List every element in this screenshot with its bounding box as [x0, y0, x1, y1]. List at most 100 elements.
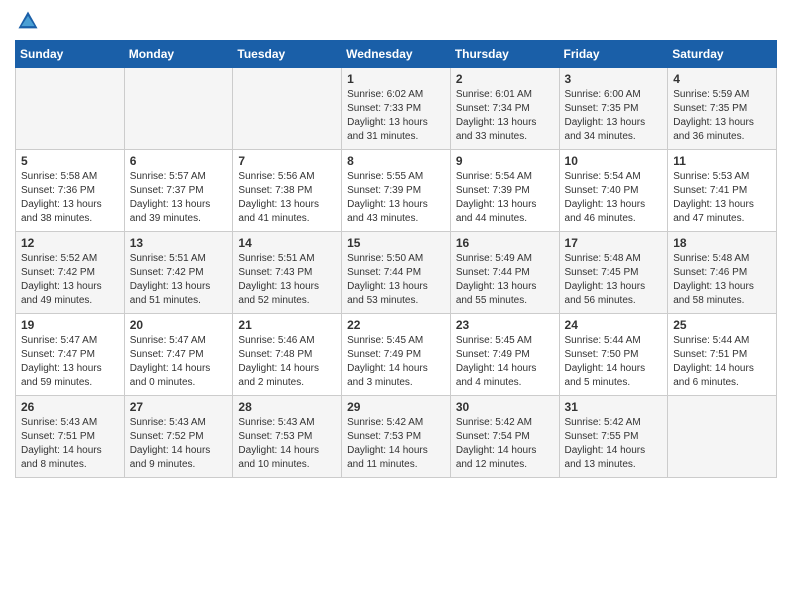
day-number: 21 [238, 318, 337, 332]
day-number: 17 [565, 236, 664, 250]
day-info: Sunrise: 5:56 AM Sunset: 7:38 PM Dayligh… [238, 170, 337, 226]
day-header-monday: Monday [124, 41, 233, 68]
day-number: 19 [21, 318, 120, 332]
day-number: 27 [130, 400, 229, 414]
day-number: 1 [347, 72, 446, 86]
logo [15, 10, 39, 32]
empty-cell [124, 68, 233, 150]
day-number: 7 [238, 154, 337, 168]
week-row-3: 19 Sunrise: 5:47 AM Sunset: 7:47 PM Dayli… [16, 314, 777, 396]
day-info: Sunrise: 5:47 AM Sunset: 7:47 PM Dayligh… [130, 334, 229, 390]
day-header-tuesday: Tuesday [233, 41, 342, 68]
day-info: Sunrise: 6:01 AM Sunset: 7:34 PM Dayligh… [456, 88, 555, 144]
day-info: Sunrise: 5:57 AM Sunset: 7:37 PM Dayligh… [130, 170, 229, 226]
day-info: Sunrise: 5:51 AM Sunset: 7:43 PM Dayligh… [238, 252, 337, 308]
week-row-0: 1 Sunrise: 6:02 AM Sunset: 7:33 PM Daylig… [16, 68, 777, 150]
day-info: Sunrise: 5:42 AM Sunset: 7:55 PM Dayligh… [565, 416, 664, 472]
day-cell-3: 3Sunrise: 6:00 AM Sunset: 7:35 PM Daylig… [559, 68, 668, 150]
day-info: Sunrise: 5:44 AM Sunset: 7:51 PM Dayligh… [673, 334, 772, 390]
day-info: Sunrise: 5:42 AM Sunset: 7:53 PM Dayligh… [347, 416, 446, 472]
day-info: Sunrise: 5:48 AM Sunset: 7:46 PM Dayligh… [673, 252, 772, 308]
calendar-body: 1 Sunrise: 6:02 AM Sunset: 7:33 PM Daylig… [16, 68, 777, 478]
day-cell-8: 8 Sunrise: 5:55 AM Sunset: 7:39 PM Daylig… [342, 150, 451, 232]
calendar-table: SundayMondayTuesdayWednesdayThursdayFrid… [15, 40, 777, 478]
day-cell-19: 19Sunrise: 5:47 AM Sunset: 7:47 PM Dayli… [16, 314, 125, 396]
day-number: 12 [21, 236, 120, 250]
day-cell-26: 26Sunrise: 5:43 AM Sunset: 7:51 PM Dayli… [16, 396, 125, 478]
day-number: 16 [456, 236, 555, 250]
empty-cell [16, 68, 125, 150]
day-cell-15: 15 Sunrise: 5:50 AM Sunset: 7:44 PM Dayli… [342, 232, 451, 314]
page-header [15, 10, 777, 32]
day-cell-20: 20 Sunrise: 5:47 AM Sunset: 7:47 PM Dayli… [124, 314, 233, 396]
day-info: Sunrise: 5:43 AM Sunset: 7:51 PM Dayligh… [21, 416, 120, 472]
day-number: 29 [347, 400, 446, 414]
day-number: 15 [347, 236, 446, 250]
day-cell-31: 31 Sunrise: 5:42 AM Sunset: 7:55 PM Dayli… [559, 396, 668, 478]
week-row-1: 5 Sunrise: 5:58 AM Sunset: 7:36 PM Daylig… [16, 150, 777, 232]
day-cell-13: 13Sunrise: 5:51 AM Sunset: 7:42 PM Dayli… [124, 232, 233, 314]
day-info: Sunrise: 5:50 AM Sunset: 7:44 PM Dayligh… [347, 252, 446, 308]
day-cell-24: 24 Sunrise: 5:44 AM Sunset: 7:50 PM Dayli… [559, 314, 668, 396]
day-info: Sunrise: 5:54 AM Sunset: 7:39 PM Dayligh… [456, 170, 555, 226]
day-info: Sunrise: 5:44 AM Sunset: 7:50 PM Dayligh… [565, 334, 664, 390]
day-number: 4 [673, 72, 772, 86]
empty-cell [233, 68, 342, 150]
day-header-wednesday: Wednesday [342, 41, 451, 68]
day-cell-16: 16 Sunrise: 5:49 AM Sunset: 7:44 PM Dayli… [450, 232, 559, 314]
day-info: Sunrise: 5:54 AM Sunset: 7:40 PM Dayligh… [565, 170, 664, 226]
day-cell-4: 4Sunrise: 5:59 AM Sunset: 7:35 PM Daylig… [668, 68, 777, 150]
day-info: Sunrise: 5:48 AM Sunset: 7:45 PM Dayligh… [565, 252, 664, 308]
day-info: Sunrise: 5:43 AM Sunset: 7:52 PM Dayligh… [130, 416, 229, 472]
day-number: 10 [565, 154, 664, 168]
days-of-week-row: SundayMondayTuesdayWednesdayThursdayFrid… [16, 41, 777, 68]
day-number: 14 [238, 236, 337, 250]
day-cell-21: 21 Sunrise: 5:46 AM Sunset: 7:48 PM Dayli… [233, 314, 342, 396]
day-info: Sunrise: 6:02 AM Sunset: 7:33 PM Dayligh… [347, 88, 446, 144]
week-row-2: 12 Sunrise: 5:52 AM Sunset: 7:42 PM Dayli… [16, 232, 777, 314]
day-cell-23: 23 Sunrise: 5:45 AM Sunset: 7:49 PM Dayli… [450, 314, 559, 396]
day-cell-29: 29 Sunrise: 5:42 AM Sunset: 7:53 PM Dayli… [342, 396, 451, 478]
day-cell-18: 18 Sunrise: 5:48 AM Sunset: 7:46 PM Dayli… [668, 232, 777, 314]
day-info: Sunrise: 5:45 AM Sunset: 7:49 PM Dayligh… [347, 334, 446, 390]
day-cell-2: 2 Sunrise: 6:01 AM Sunset: 7:34 PM Daylig… [450, 68, 559, 150]
week-row-4: 26Sunrise: 5:43 AM Sunset: 7:51 PM Dayli… [16, 396, 777, 478]
day-number: 18 [673, 236, 772, 250]
day-info: Sunrise: 5:46 AM Sunset: 7:48 PM Dayligh… [238, 334, 337, 390]
day-number: 30 [456, 400, 555, 414]
day-info: Sunrise: 5:53 AM Sunset: 7:41 PM Dayligh… [673, 170, 772, 226]
day-header-thursday: Thursday [450, 41, 559, 68]
day-number: 8 [347, 154, 446, 168]
day-cell-5: 5 Sunrise: 5:58 AM Sunset: 7:36 PM Daylig… [16, 150, 125, 232]
day-cell-22: 22 Sunrise: 5:45 AM Sunset: 7:49 PM Dayli… [342, 314, 451, 396]
day-number: 3 [565, 72, 664, 86]
logo-icon [17, 10, 39, 32]
day-info: Sunrise: 5:52 AM Sunset: 7:42 PM Dayligh… [21, 252, 120, 308]
day-cell-17: 17 Sunrise: 5:48 AM Sunset: 7:45 PM Dayli… [559, 232, 668, 314]
day-cell-30: 30Sunrise: 5:42 AM Sunset: 7:54 PM Dayli… [450, 396, 559, 478]
day-number: 20 [130, 318, 229, 332]
day-number: 24 [565, 318, 664, 332]
day-info: Sunrise: 5:55 AM Sunset: 7:39 PM Dayligh… [347, 170, 446, 226]
day-header-sunday: Sunday [16, 41, 125, 68]
day-number: 5 [21, 154, 120, 168]
day-number: 28 [238, 400, 337, 414]
day-number: 23 [456, 318, 555, 332]
day-cell-12: 12 Sunrise: 5:52 AM Sunset: 7:42 PM Dayli… [16, 232, 125, 314]
day-cell-27: 27 Sunrise: 5:43 AM Sunset: 7:52 PM Dayli… [124, 396, 233, 478]
day-info: Sunrise: 5:49 AM Sunset: 7:44 PM Dayligh… [456, 252, 555, 308]
day-number: 9 [456, 154, 555, 168]
day-cell-11: 11Sunrise: 5:53 AM Sunset: 7:41 PM Dayli… [668, 150, 777, 232]
day-number: 31 [565, 400, 664, 414]
empty-cell [668, 396, 777, 478]
day-cell-28: 28Sunrise: 5:43 AM Sunset: 7:53 PM Dayli… [233, 396, 342, 478]
day-header-friday: Friday [559, 41, 668, 68]
day-number: 13 [130, 236, 229, 250]
day-number: 2 [456, 72, 555, 86]
day-info: Sunrise: 5:45 AM Sunset: 7:49 PM Dayligh… [456, 334, 555, 390]
day-info: Sunrise: 5:58 AM Sunset: 7:36 PM Dayligh… [21, 170, 120, 226]
day-number: 22 [347, 318, 446, 332]
day-cell-10: 10 Sunrise: 5:54 AM Sunset: 7:40 PM Dayli… [559, 150, 668, 232]
day-cell-9: 9 Sunrise: 5:54 AM Sunset: 7:39 PM Daylig… [450, 150, 559, 232]
day-header-saturday: Saturday [668, 41, 777, 68]
